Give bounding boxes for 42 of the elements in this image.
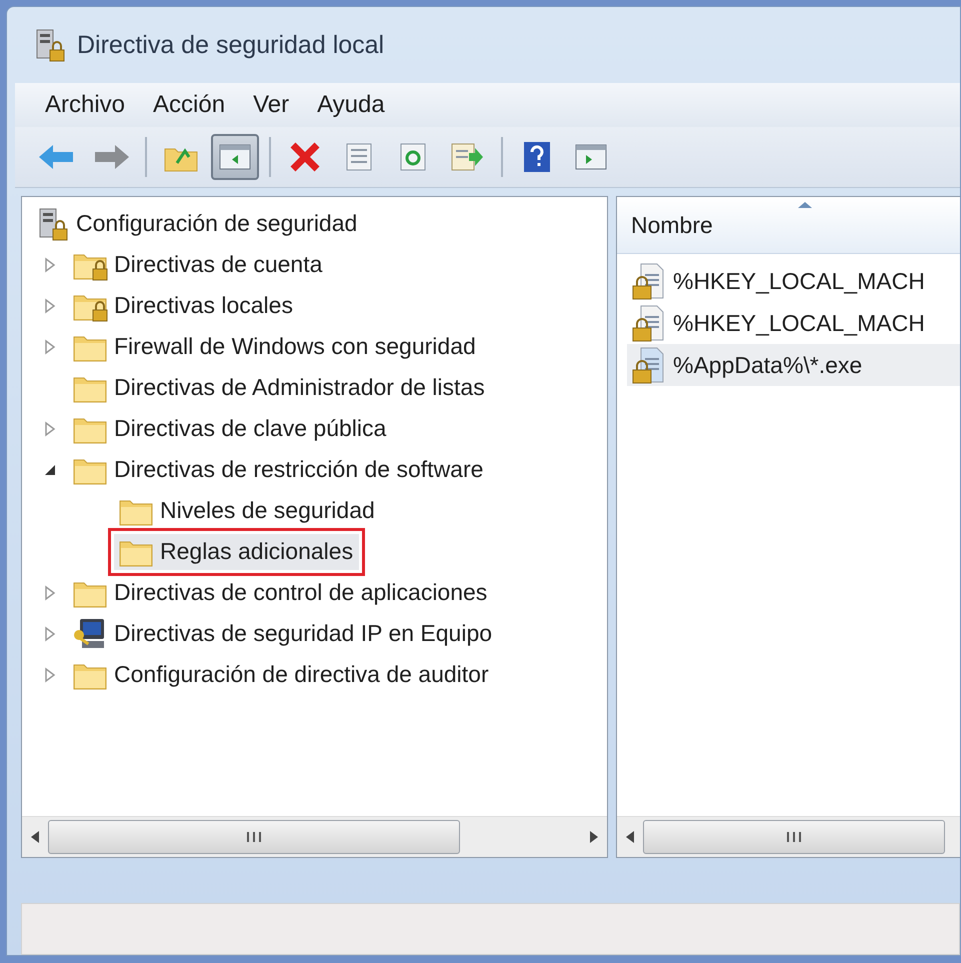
expand-arrow-icon[interactable] [44,666,56,682]
tree-item[interactable]: Directivas de Administrador de listas [68,370,491,406]
tree-item[interactable]: Directivas de restricción de software [68,452,490,488]
expand-arrow-icon[interactable] [44,420,56,436]
grip-icon [784,830,804,844]
tree-item[interactable]: Directivas de cuenta [68,246,328,282]
tree-item[interactable]: Reglas adicionales [114,534,360,570]
export-list-icon [449,141,485,173]
tree-item[interactable]: Directivas de control de aplicaciones [68,574,494,610]
action-pane-icon [574,142,608,172]
collapse-arrow-icon[interactable] [43,462,57,476]
tree-item[interactable]: Configuración de seguridad [32,204,364,242]
expand-arrow-icon[interactable] [44,626,56,642]
horizontal-scrollbar[interactable] [22,816,607,857]
horizontal-scrollbar[interactable] [617,816,960,857]
list-item[interactable]: %HKEY_LOCAL_MACH [627,260,960,302]
scroll-left-icon [30,830,40,844]
list-item[interactable]: %AppData%\*.exe [627,344,960,386]
delete-icon [288,140,322,174]
menu-item[interactable]: Archivo [35,91,144,119]
expand-arrow-icon[interactable] [44,338,56,354]
menu-item[interactable]: Ayuda [307,91,403,119]
scroll-right-icon [589,830,599,844]
expand-arrow-icon[interactable] [44,584,56,600]
window-title: Directiva de seguridad local [77,30,384,60]
scroll-left-icon [625,830,635,844]
toolbar-button[interactable] [211,134,259,180]
tree-item[interactable]: Configuración de directiva de auditor [68,656,495,692]
sort-arrow-icon [797,201,813,209]
tree-item[interactable]: Directivas locales [68,288,299,324]
list-item[interactable]: %HKEY_LOCAL_MACH [627,302,960,344]
menu-item[interactable]: Ver [243,91,308,119]
tree-item[interactable]: Firewall de Windows con seguridad [68,328,482,364]
tree-item[interactable]: Directivas de seguridad IP en Equipo [68,614,498,652]
expand-arrow-icon[interactable] [44,256,56,272]
tree-item[interactable]: Niveles de seguridad [114,492,381,528]
grip-icon [244,830,264,844]
help-icon [522,140,552,174]
menu-item[interactable]: Acción [143,91,244,119]
tree-item[interactable]: Directivas de clave pública [68,410,392,446]
pane-toggle-icon [218,142,252,172]
expand-arrow-icon[interactable] [44,298,56,314]
